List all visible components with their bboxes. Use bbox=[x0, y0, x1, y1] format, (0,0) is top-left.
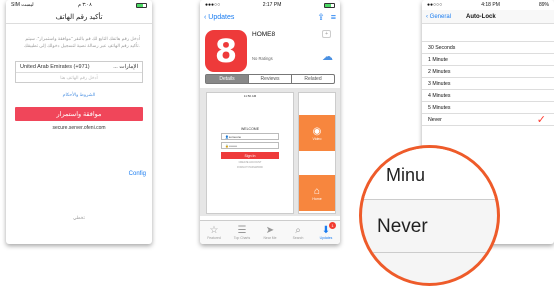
tabbar-updates[interactable]: ⬇ Updates 1 bbox=[312, 221, 340, 244]
page-title: Auto-Lock bbox=[466, 13, 496, 20]
magnifier-callout: Minu Never bbox=[359, 145, 500, 286]
phone-verify-screen: SIM ليست ٣:٠٨ م تأكيد رقم الهاتف أدخل رق… bbox=[6, 0, 152, 244]
skip-link[interactable]: تخطي bbox=[6, 215, 152, 221]
list-icon[interactable]: ≡ bbox=[331, 12, 336, 23]
welcome-text: WELCOME bbox=[240, 127, 260, 131]
battery-icon bbox=[135, 2, 147, 8]
password-field: 🔒 •••••••• bbox=[221, 142, 279, 149]
battery-percent: 89% bbox=[538, 2, 549, 8]
back-label: Updates bbox=[208, 13, 235, 21]
app-icon: 8 bbox=[205, 30, 247, 72]
mini-time: 11:50 AM bbox=[243, 94, 257, 98]
mini-status-bar: 11:50 AM bbox=[207, 93, 293, 99]
config-link[interactable]: Config bbox=[129, 171, 146, 177]
nav-bar: ‹ Updates ⇪ ≡ bbox=[200, 10, 340, 24]
back-button[interactable]: ‹ General bbox=[426, 14, 466, 20]
clock-text: 4:18 PM bbox=[481, 2, 500, 8]
status-bar: ●●○○○ 4:18 PM 89% bbox=[422, 0, 554, 10]
country-name: United Arab Emirates (+971) bbox=[20, 64, 90, 70]
tabbar-near-me[interactable]: ➤ Near Me bbox=[256, 221, 284, 244]
camera-icon: ◉ bbox=[312, 125, 322, 137]
screenshot-collage: SIM ليست ٣:٠٨ م تأكيد رقم الهاتف أدخل رق… bbox=[0, 0, 554, 288]
nav-actions: ⇪ ≡ bbox=[317, 12, 336, 23]
tab-related[interactable]: Related bbox=[291, 75, 334, 83]
nav-bar: ‹ General Auto-Lock bbox=[422, 10, 554, 24]
app-header: 8 HOME8 + No Ratings ☁ bbox=[200, 24, 340, 72]
segmented-control: Details Reviews Related bbox=[205, 74, 335, 84]
tabbar-search[interactable]: ⌕ Search bbox=[284, 221, 312, 244]
create-account-link: CREATE ACCOUNT bbox=[238, 161, 262, 164]
tab-details[interactable]: Details bbox=[206, 75, 248, 83]
terms-link[interactable]: الشروط والأحكام bbox=[6, 92, 152, 98]
username-field: 👤 someone bbox=[221, 133, 279, 140]
signal-dots: ●●○○○ bbox=[427, 2, 443, 8]
list-icon: ☰ bbox=[237, 225, 247, 236]
forgot-password-link: FORGOT PASSWORD bbox=[237, 166, 263, 169]
page-title: تأكيد رقم الهاتف bbox=[55, 13, 103, 21]
nav-bar: تأكيد رقم الهاتف bbox=[6, 10, 152, 24]
tabbar-featured[interactable]: ☆ Featured bbox=[200, 221, 228, 244]
location-arrow-icon: ➤ bbox=[265, 225, 275, 236]
tabbar-top-charts[interactable]: ☰ Top Charts bbox=[228, 221, 256, 244]
country-selector[interactable]: United Arab Emirates (+971) ... الإمارات bbox=[16, 62, 142, 73]
option-4-minutes[interactable]: 4 Minutes bbox=[422, 90, 554, 102]
phone-form: United Arab Emirates (+971) ... الإمارات… bbox=[15, 61, 143, 83]
carrier-text: SIM ليست bbox=[11, 2, 34, 8]
video-tile: ◉ Video bbox=[299, 115, 335, 151]
signin-button: Sign In bbox=[221, 152, 279, 159]
back-button[interactable]: ‹ Updates bbox=[204, 14, 234, 21]
option-2-minutes[interactable]: 2 Minutes bbox=[422, 66, 554, 78]
status-bar: ●●●○○ 2:17 PM bbox=[200, 0, 340, 10]
updates-badge: 1 bbox=[329, 222, 336, 229]
ratings-text: No Ratings bbox=[252, 56, 273, 61]
clock-text: 2:17 PM bbox=[262, 2, 282, 8]
phone-app-store-screen: ●●●○○ 2:17 PM ‹ Updates ⇪ ≡ 8 HOME8 + No… bbox=[200, 0, 340, 244]
tab-reviews[interactable]: Reviews bbox=[248, 75, 291, 83]
app-info: HOME8 + No Ratings ☁ bbox=[252, 30, 335, 72]
screenshot-login: 11:50 AM WELCOME 👤 someone 🔒 •••••••• Si… bbox=[206, 92, 294, 214]
magnified-never-text: Never bbox=[377, 216, 428, 237]
search-icon: ⌕ bbox=[295, 225, 301, 236]
magnified-divider bbox=[362, 252, 497, 253]
share-icon[interactable]: ⇪ bbox=[317, 12, 325, 23]
tab-bar: ☆ Featured ☰ Top Charts ➤ Near Me ⌕ Sear… bbox=[200, 220, 340, 244]
country-name-arabic: ... الإمارات bbox=[113, 64, 138, 70]
screenshot-gallery[interactable]: 11:50 AM WELCOME 👤 someone 🔒 •••••••• Si… bbox=[200, 88, 340, 216]
checkmark-icon: ✓ bbox=[536, 114, 546, 126]
signal-dots: ●●●○○ bbox=[205, 2, 221, 8]
status-bar: SIM ليست ٣:٠٨ م bbox=[6, 0, 152, 10]
cloud-download-icon[interactable]: ☁ bbox=[322, 50, 333, 63]
house-icon: ⌂ bbox=[313, 185, 321, 197]
option-3-minutes[interactable]: 3 Minutes bbox=[422, 78, 554, 90]
option-never[interactable]: Never ✓ bbox=[422, 114, 554, 126]
auto-lock-options: 30 Seconds 1 Minute 2 Minutes 3 Minutes … bbox=[422, 41, 554, 126]
magnified-partial-text: Minu bbox=[386, 165, 426, 185]
option-5-minutes[interactable]: 5 Minutes bbox=[422, 102, 554, 114]
phone-number-input[interactable]: أدخل رقم الهاتف هنا bbox=[16, 73, 142, 83]
screenshot-dashboard: ◉ Video ⌂ Home bbox=[298, 92, 336, 214]
agree-continue-button[interactable]: موافقة واستمرار bbox=[15, 107, 143, 121]
description-text: أدخل رقم هاتفك التابع لك قم بالنقر "مواف… bbox=[24, 36, 140, 48]
option-30-seconds[interactable]: 30 Seconds bbox=[422, 42, 554, 54]
home-tile: ⌂ Home bbox=[299, 175, 335, 211]
star-icon: ☆ bbox=[209, 225, 219, 236]
magnified-row-above bbox=[362, 148, 497, 200]
option-1-minute[interactable]: 1 Minute bbox=[422, 54, 554, 66]
plus-badge: + bbox=[322, 30, 331, 38]
battery-icon bbox=[323, 2, 335, 8]
clock-text: ٣:٠٨ م bbox=[77, 2, 92, 8]
server-url: secure.server.ofeni.com bbox=[52, 125, 106, 131]
